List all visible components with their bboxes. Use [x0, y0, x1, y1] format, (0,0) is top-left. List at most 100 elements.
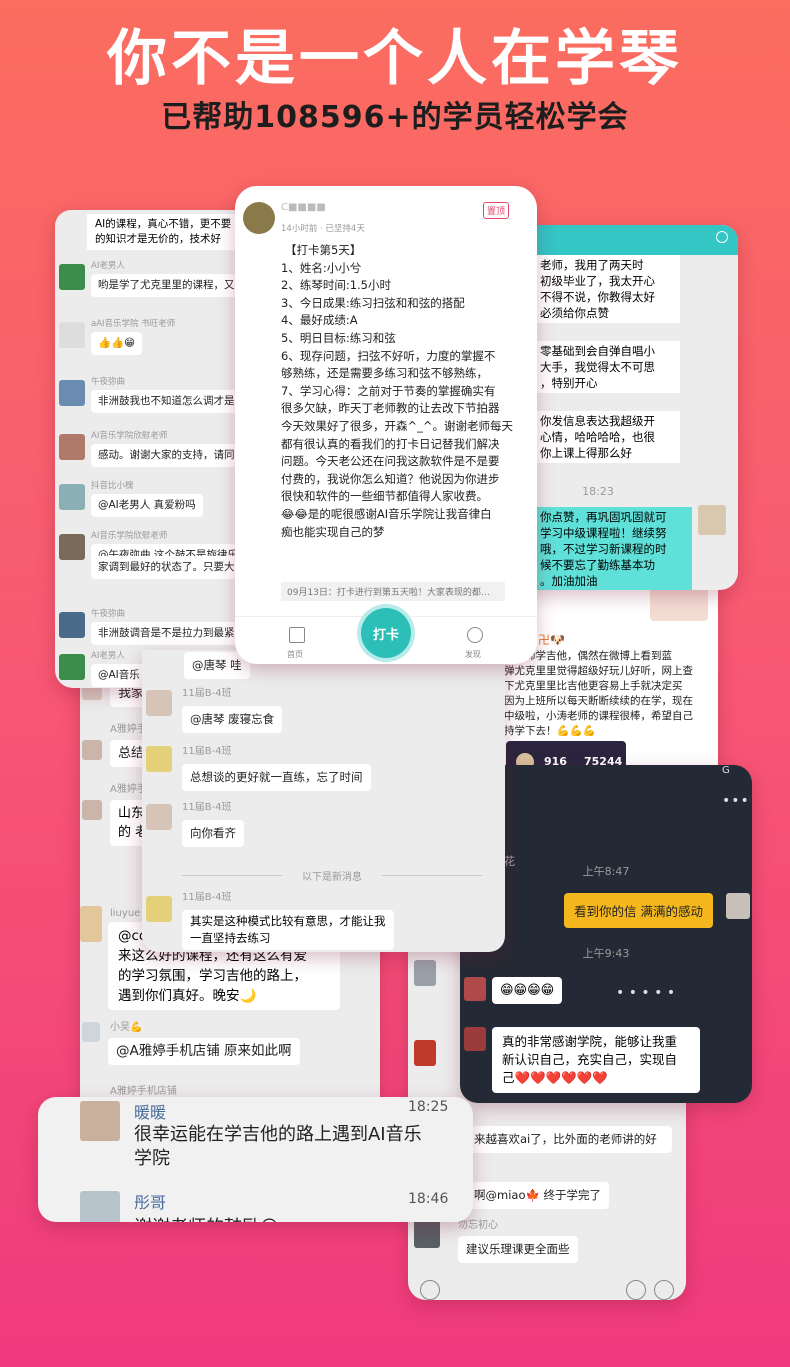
chat-bubble: @AI音乐: [91, 664, 147, 687]
avatar: [80, 1191, 120, 1222]
post-text-line: 很快和软件的一些细节都值得人家收费。: [281, 489, 488, 504]
user-icon[interactable]: [716, 231, 728, 243]
avatar: [414, 1218, 440, 1248]
post-text-line: 6、现存问题，扫弦不好听，力度的掌握不: [281, 348, 496, 363]
chat-bubble: 其实是这种模式比较有意思，才能让我 一直坚持去练习: [182, 910, 394, 950]
chat-bubble: 家调到最好的状态了。只要大: [91, 556, 242, 579]
message-line: 新认识自己，充实自己，实现自: [502, 1052, 678, 1067]
avatar: [414, 1040, 436, 1066]
chat-line: 老师，我用了两天时: [540, 258, 644, 272]
post-text-line: 今天效果好了很多，开森^_^。谢谢老师每天: [281, 418, 514, 433]
discover-tab-label[interactable]: 发现: [465, 649, 481, 660]
post-text-line: 1、姓名:小小兮: [281, 260, 362, 275]
message-text: 谢谢老师的鼓励😊: [134, 1213, 279, 1222]
chat-bubble: 零基础到会自弹自唱小 大手，我觉得太不可思 ，特别开心: [534, 341, 680, 393]
avatar: [82, 740, 102, 760]
pinned-badge: 置顶: [483, 202, 510, 219]
post-text-line: 痴也能实现自己的梦: [281, 524, 385, 539]
chat-bubble: @唐琴 废寝忘食: [182, 706, 283, 733]
post-text-line: 4、最好成绩:A: [281, 313, 358, 328]
avatar: [464, 1027, 486, 1051]
message-time: 18:46: [408, 1191, 449, 1207]
chat-line: 你发信息表达我超级开: [540, 414, 655, 428]
chat-line: 一直坚持去练习: [190, 931, 271, 945]
left-chat-card: AI的课程，真心不错，更不要 的知识才是无价的，技术好 AI老男人 哟是学了尤克里…: [55, 210, 263, 688]
post-thumbnail: [650, 587, 708, 621]
chat-line: 学习中级课程啦！继续努: [540, 526, 667, 540]
home-icon[interactable]: [289, 627, 305, 643]
chat-bubble: 建议乐理课更全面些: [458, 1236, 578, 1263]
avatar: [80, 1101, 120, 1141]
chat-bubble: 非洲鼓我也不知道怎么调才是: [91, 390, 242, 413]
avatar: [59, 322, 85, 348]
chat-bubble: 总想谈的更好就一直练，忘了时间: [182, 764, 371, 791]
post-text-line: 😂😂是的呢很感谢AI音乐学院让我音律白: [281, 506, 492, 521]
avatar: [146, 896, 172, 922]
user-avatar[interactable]: [243, 202, 275, 234]
avatar: [726, 893, 750, 919]
avatar: [59, 380, 85, 406]
post-text-line: 很多欠缺，昨天丁老师教的让去改下节拍器: [281, 401, 500, 416]
sender-name: 11届B-4班: [182, 688, 232, 699]
post-text-line: 够熟练，还是需要多练习和弦不够熟练，: [281, 366, 488, 381]
post-text-line: 都有很认真的看我们的打卡日记替我们解决: [281, 436, 500, 451]
timestamp: 上午9:43: [582, 947, 630, 960]
message-bubble: 真的非常感谢学院，能够让我重 新认识自己，充实自己，实现自 己❤️❤️❤️❤️❤…: [492, 1027, 700, 1093]
new-messages-divider: 以下是新消息: [182, 868, 482, 883]
chat-bubble: 哟是学了尤克里里的课程，又: [91, 274, 242, 297]
chat-line: 初级毕业了，我太开心: [540, 274, 655, 288]
message-line: 己❤️❤️❤️❤️❤️❤️: [502, 1070, 608, 1085]
sender-name: AI老男人: [91, 261, 125, 271]
post-text-line: 付费的，我说你怎么知道？他说因为你进步: [281, 471, 500, 486]
post-text-line: 中级啦，小涛老师的课程很棒，希望自己: [504, 710, 693, 722]
home-tab-label[interactable]: 首页: [287, 649, 303, 660]
chat-line: 零基础到会自弹自唱小: [540, 344, 655, 358]
teal-chat-card: 老师，我用了两天时 初级毕业了，我太开心 不得不说，你教得太好 必须给你点赞 零…: [518, 225, 738, 590]
chat-bubble: 👍👍😁: [91, 332, 143, 355]
chat-line: AI的课程，真心不错，更不要: [95, 218, 232, 230]
avatar: [82, 1022, 100, 1042]
emoji-bubble: 😁😁😁😁: [492, 977, 563, 1004]
post-text-line: 【打卡第5天】: [285, 243, 362, 257]
chat-bubble: 来越喜欢ai了，比外面的老师讲的好: [466, 1126, 672, 1153]
checkin-post-card: C■■■■ 14小时前 · 已坚持4天 置顶 【打卡第5天】 1、姓名:小小兮 2、…: [235, 186, 537, 664]
chat-bubble: 非洲鼓调音是不是拉力到最紧: [91, 622, 242, 645]
sender-name: AI音乐学院欣慰老师: [91, 531, 168, 541]
sender-name: 勿忘初心: [458, 1220, 498, 1231]
sender-name: 彤哥: [134, 1193, 167, 1212]
post-text-line: 2、练琴时间:1.5小时: [281, 278, 391, 293]
avatar: [464, 977, 486, 1001]
chat-text-line: 的学习氛围，学习吉他的路上，: [118, 968, 307, 984]
avatar: [80, 906, 102, 942]
sender-name: AI老男人: [91, 651, 125, 661]
divider-line: [382, 875, 482, 876]
checkin-button[interactable]: 打卡: [361, 608, 411, 658]
post-text-line: 问题。今天老公还在问我这款软件是不是要: [281, 454, 500, 469]
sender-name: 11届B-4班: [182, 802, 232, 813]
voice-icon[interactable]: [420, 1280, 440, 1300]
sent-bubble: 看到你的信 满满的感动: [564, 893, 713, 928]
chat-line: 必须给你点赞: [540, 306, 609, 320]
chat-bubble: 向你看齐: [182, 820, 244, 847]
avatar: [146, 690, 172, 716]
discover-icon[interactable]: [467, 627, 483, 643]
avatar: [146, 804, 172, 830]
username[interactable]: C■■■■: [281, 202, 326, 213]
bottom-left-chat-card: 暖暖 18:25 很幸运能在学吉他的路上遇到AI音乐 学院 彤哥 18:46 谢…: [38, 1097, 473, 1222]
group-chat-card: @唐琴 哇 11届B-4班 @唐琴 废寝忘食 11届B-4班 总想谈的更好就一直…: [142, 650, 505, 952]
message-line: 真的非常感谢学院，能够让我重: [502, 1034, 678, 1049]
avatar: [59, 612, 85, 638]
more-icon[interactable]: •••: [722, 793, 750, 809]
plus-icon[interactable]: [654, 1280, 674, 1300]
sender-name: aAI音乐学院 书旺老师: [91, 319, 176, 329]
hero-subtitle: 已帮助108596+的学员轻松学会: [161, 100, 629, 135]
chat-line: ，特别开心: [540, 376, 598, 390]
avatar: [698, 505, 726, 535]
message-text: 很幸运能在学吉他的路上遇到AI音乐 学院: [134, 1123, 422, 1171]
avatar: [59, 654, 85, 680]
emoji-icon[interactable]: [626, 1280, 646, 1300]
chat-line: 候不要忘了勤练基本功: [540, 558, 655, 572]
chat-bubble: @AI老男人 真爱粉吗: [91, 494, 203, 517]
sender-name: 11届B-4班: [182, 892, 232, 903]
chat-text-line: 遇到你们真好。晚安🌙: [118, 988, 257, 1004]
